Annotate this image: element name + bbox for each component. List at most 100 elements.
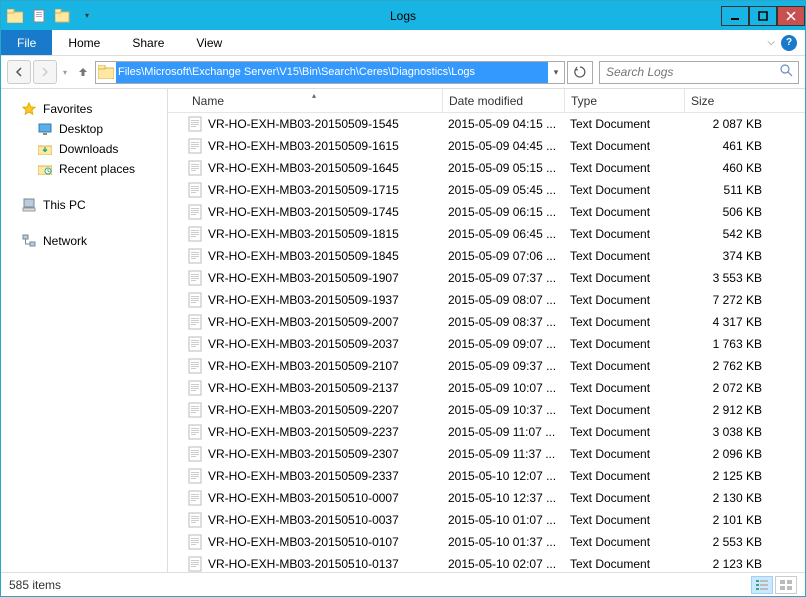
nav-downloads[interactable]: Downloads <box>1 139 167 159</box>
file-date: 2015-05-09 06:15 ... <box>442 205 564 219</box>
file-type: Text Document <box>564 359 684 373</box>
file-date: 2015-05-09 06:45 ... <box>442 227 564 241</box>
file-row[interactable]: VR-HO-EXH-MB03-20150510-00372015-05-10 0… <box>186 509 805 531</box>
file-row[interactable]: VR-HO-EXH-MB03-20150509-15452015-05-09 0… <box>186 113 805 135</box>
file-date: 2015-05-09 05:45 ... <box>442 183 564 197</box>
nav-recent[interactable]: Recent places <box>1 159 167 179</box>
tab-share[interactable]: Share <box>116 30 180 55</box>
nav-group-favorites: Favorites Desktop Downloads Recent place… <box>1 99 167 179</box>
details-view-button[interactable] <box>751 576 773 594</box>
file-name: VR-HO-EXH-MB03-20150509-2237 <box>208 425 442 439</box>
col-size[interactable]: Size <box>684 89 774 112</box>
file-size: 4 317 KB <box>684 315 768 329</box>
nav-recent-label: Recent places <box>59 162 135 176</box>
file-date: 2015-05-10 12:37 ... <box>442 491 564 505</box>
nav-network[interactable]: Network <box>1 231 167 251</box>
file-name: VR-HO-EXH-MB03-20150510-0037 <box>208 513 442 527</box>
forward-button[interactable] <box>33 60 57 84</box>
nav-desktop[interactable]: Desktop <box>1 119 167 139</box>
minimize-button[interactable] <box>721 6 749 26</box>
nav-thispc[interactable]: This PC <box>1 195 167 215</box>
file-size: 2 912 KB <box>684 403 768 417</box>
file-size: 374 KB <box>684 249 768 263</box>
maximize-button[interactable] <box>749 6 777 26</box>
address-input[interactable] <box>116 62 548 83</box>
file-size: 2 125 KB <box>684 469 768 483</box>
file-row[interactable]: VR-HO-EXH-MB03-20150509-21372015-05-09 1… <box>186 377 805 399</box>
nav-favorites[interactable]: Favorites <box>1 99 167 119</box>
file-row[interactable]: VR-HO-EXH-MB03-20150509-19372015-05-09 0… <box>186 289 805 311</box>
history-dropdown-icon[interactable]: ▾ <box>59 68 71 77</box>
file-row[interactable]: VR-HO-EXH-MB03-20150509-18152015-05-09 0… <box>186 223 805 245</box>
file-date: 2015-05-09 05:15 ... <box>442 161 564 175</box>
text-file-icon <box>186 137 204 155</box>
file-name: VR-HO-EXH-MB03-20150510-0107 <box>208 535 442 549</box>
close-button[interactable] <box>777 6 805 26</box>
file-row[interactable]: VR-HO-EXH-MB03-20150509-21072015-05-09 0… <box>186 355 805 377</box>
back-button[interactable] <box>7 60 31 84</box>
search-icon[interactable] <box>774 64 798 80</box>
file-date: 2015-05-09 09:07 ... <box>442 337 564 351</box>
file-type: Text Document <box>564 205 684 219</box>
file-date: 2015-05-09 11:37 ... <box>442 447 564 461</box>
file-type: Text Document <box>564 403 684 417</box>
file-type: Text Document <box>564 183 684 197</box>
file-row[interactable]: VR-HO-EXH-MB03-20150510-01372015-05-10 0… <box>186 553 805 572</box>
qat-dropdown-icon[interactable]: ▾ <box>77 6 97 26</box>
thumbnails-view-button[interactable] <box>775 576 797 594</box>
expand-ribbon-icon[interactable]: ⌵ <box>767 37 775 48</box>
text-file-icon <box>186 225 204 243</box>
tab-home[interactable]: Home <box>52 30 116 55</box>
col-type[interactable]: Type <box>564 89 684 112</box>
network-icon <box>21 233 37 249</box>
file-row[interactable]: VR-HO-EXH-MB03-20150510-00072015-05-10 1… <box>186 487 805 509</box>
file-type: Text Document <box>564 535 684 549</box>
file-row[interactable]: VR-HO-EXH-MB03-20150509-16152015-05-09 0… <box>186 135 805 157</box>
refresh-button[interactable] <box>567 61 593 84</box>
file-date: 2015-05-10 12:07 ... <box>442 469 564 483</box>
text-file-icon <box>186 313 204 331</box>
file-row[interactable]: VR-HO-EXH-MB03-20150509-20072015-05-09 0… <box>186 311 805 333</box>
file-tab[interactable]: File <box>1 30 52 55</box>
file-date: 2015-05-09 08:07 ... <box>442 293 564 307</box>
text-file-icon <box>186 181 204 199</box>
file-type: Text Document <box>564 271 684 285</box>
body-area: Favorites Desktop Downloads Recent place… <box>1 89 805 572</box>
help-icon[interactable]: ? <box>781 35 797 51</box>
search-box[interactable] <box>599 61 799 84</box>
file-row[interactable]: VR-HO-EXH-MB03-20150509-19072015-05-09 0… <box>186 267 805 289</box>
properties-icon[interactable] <box>29 6 49 26</box>
file-row[interactable]: VR-HO-EXH-MB03-20150509-16452015-05-09 0… <box>186 157 805 179</box>
nav-thispc-label: This PC <box>43 198 86 212</box>
file-name: VR-HO-EXH-MB03-20150510-0137 <box>208 557 442 571</box>
nav-network-label: Network <box>43 234 87 248</box>
file-row[interactable]: VR-HO-EXH-MB03-20150509-17452015-05-09 0… <box>186 201 805 223</box>
col-date[interactable]: Date modified <box>442 89 564 112</box>
app-icon[interactable] <box>5 6 25 26</box>
file-size: 460 KB <box>684 161 768 175</box>
file-size: 2 087 KB <box>684 117 768 131</box>
file-row[interactable]: VR-HO-EXH-MB03-20150510-01072015-05-10 0… <box>186 531 805 553</box>
file-type: Text Document <box>564 227 684 241</box>
file-type: Text Document <box>564 139 684 153</box>
address-bar[interactable]: ▾ <box>95 61 565 84</box>
file-date: 2015-05-09 10:37 ... <box>442 403 564 417</box>
file-list[interactable]: VR-HO-EXH-MB03-20150509-15452015-05-09 0… <box>168 113 805 572</box>
file-row[interactable]: VR-HO-EXH-MB03-20150509-23072015-05-09 1… <box>186 443 805 465</box>
up-button[interactable] <box>73 62 93 82</box>
tab-view[interactable]: View <box>180 30 238 55</box>
file-type: Text Document <box>564 161 684 175</box>
file-row[interactable]: VR-HO-EXH-MB03-20150509-17152015-05-09 0… <box>186 179 805 201</box>
file-row[interactable]: VR-HO-EXH-MB03-20150509-22372015-05-09 1… <box>186 421 805 443</box>
file-type: Text Document <box>564 117 684 131</box>
file-size: 542 KB <box>684 227 768 241</box>
file-row[interactable]: VR-HO-EXH-MB03-20150509-20372015-05-09 0… <box>186 333 805 355</box>
file-row[interactable]: VR-HO-EXH-MB03-20150509-22072015-05-09 1… <box>186 399 805 421</box>
file-row[interactable]: VR-HO-EXH-MB03-20150509-23372015-05-10 1… <box>186 465 805 487</box>
search-input[interactable] <box>600 65 774 79</box>
col-name[interactable]: Name ▴ <box>186 94 442 108</box>
file-row[interactable]: VR-HO-EXH-MB03-20150509-18452015-05-09 0… <box>186 245 805 267</box>
new-folder-icon[interactable] <box>53 6 73 26</box>
address-dropdown-icon[interactable]: ▾ <box>548 67 564 78</box>
nav-favorites-label: Favorites <box>43 102 92 116</box>
